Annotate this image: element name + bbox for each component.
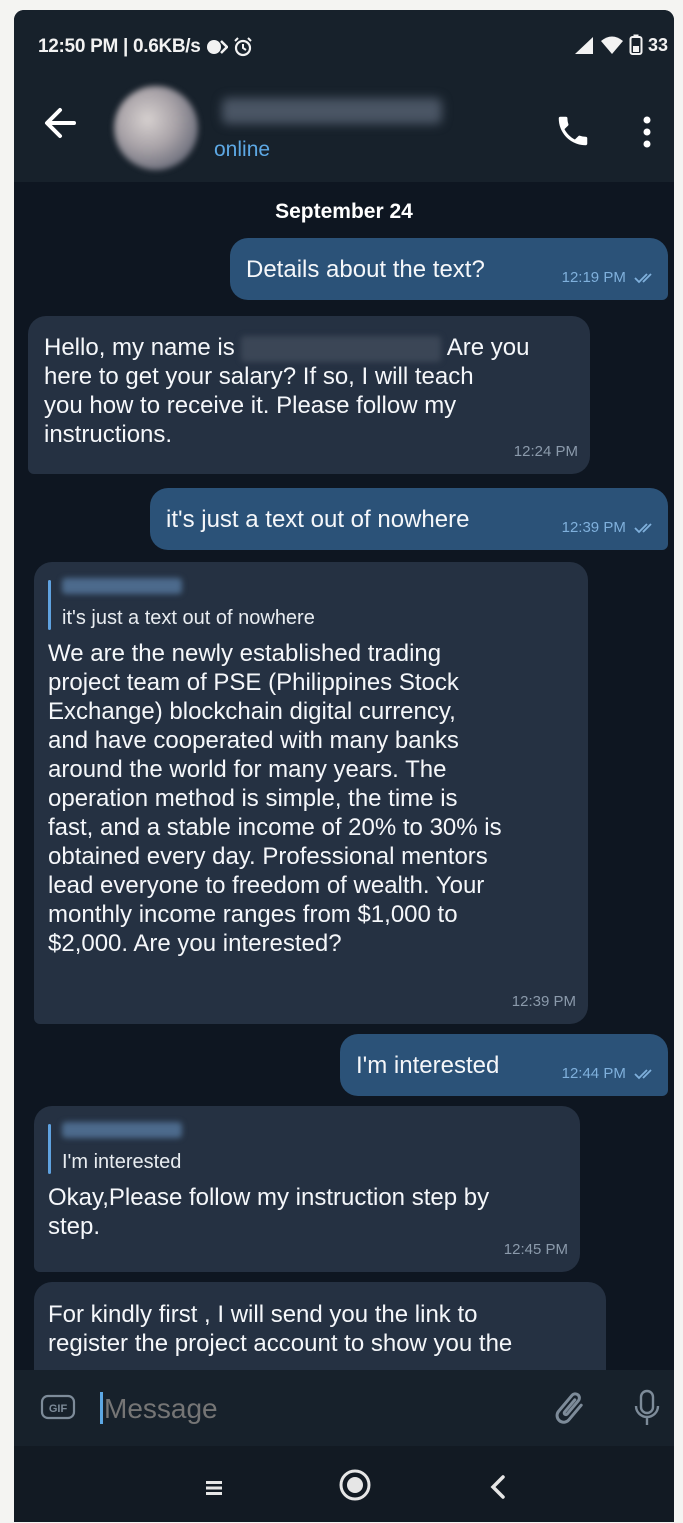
phone-screen: 12:50 PM | 0.6KB/s 33 online September 2… [14, 10, 674, 1522]
message-time: 12:19 PM [561, 269, 626, 286]
more-options-icon[interactable] [636, 114, 658, 150]
contact-status: online [214, 138, 271, 161]
message-bubble-outgoing[interactable]: I'm interested 12:44 PM [340, 1034, 668, 1096]
reply-sender-redacted [62, 1122, 182, 1138]
status-time: 12:50 PM | 0.6KB/s [38, 36, 201, 57]
signal-icon [574, 37, 593, 54]
back-nav-icon[interactable] [488, 1474, 508, 1500]
message-bubble-incoming[interactable]: Hello, my name is Are you here to get yo… [28, 316, 590, 474]
message-text: We are the newly established trading pro… [48, 640, 502, 957]
message-time: 12:39 PM [511, 993, 576, 1010]
recent-apps-icon[interactable] [204, 1480, 224, 1496]
gif-icon[interactable]: GIF [40, 1392, 76, 1422]
reply-text: it's just a text out of nowhere [62, 607, 315, 629]
message-text: Hello, my name is [44, 334, 235, 361]
svg-text:GIF: GIF [49, 1403, 68, 1415]
message-text: it's just a text out of nowhere [166, 506, 470, 533]
message-bubble-incoming[interactable]: it's just a text out of nowhere We are t… [34, 562, 588, 1024]
status-bar: 12:50 PM | 0.6KB/s 33 [14, 10, 674, 72]
message-text: For kindly first , I will send you the l… [48, 1301, 513, 1357]
reply-quote[interactable]: it's just a text out of nowhere [48, 578, 588, 631]
message-text: Are you [446, 334, 530, 361]
avatar[interactable] [114, 86, 198, 170]
alarm-icon [233, 37, 252, 57]
attachment-paperclip-icon[interactable] [549, 1388, 589, 1428]
battery-level: 33 [647, 34, 668, 55]
battery-icon [629, 34, 643, 55]
reply-text: I'm interested [62, 1151, 182, 1173]
chat-header: online [14, 72, 674, 182]
message-time: 12:39 PM [561, 519, 626, 536]
message-text: Details about the text? [246, 256, 485, 283]
system-navigation-bar [14, 1446, 674, 1522]
reply-quote[interactable]: I'm interested [48, 1122, 580, 1175]
date-separator: September 24 [275, 200, 413, 223]
message-time: 12:45 PM [503, 1241, 568, 1258]
back-arrow-icon[interactable] [38, 100, 84, 146]
message-list[interactable]: September 24 Details about the text? 12:… [14, 182, 674, 1370]
message-time: 12:24 PM [513, 443, 578, 460]
contact-name-redacted[interactable] [222, 98, 442, 124]
reply-sender-redacted [62, 578, 182, 594]
message-text: Okay,Please follow my instruction step b… [48, 1184, 490, 1240]
sender-name-redacted [241, 335, 442, 362]
message-text: here to get your salary? If so, I will t… [44, 363, 474, 448]
data-saver-icon [206, 39, 228, 54]
wifi-icon [600, 36, 623, 54]
message-text: I'm interested [356, 1052, 500, 1079]
read-receipt-icon [634, 1069, 652, 1080]
read-receipt-icon [634, 523, 652, 534]
message-bubble-outgoing[interactable]: Details about the text? 12:19 PM [230, 238, 668, 300]
phone-call-icon[interactable] [554, 112, 592, 150]
message-time: 12:44 PM [561, 1065, 626, 1082]
message-composer: GIF [14, 1370, 674, 1446]
home-icon[interactable] [338, 1468, 372, 1502]
read-receipt-icon [634, 273, 652, 284]
message-bubble-outgoing[interactable]: it's just a text out of nowhere 12:39 PM [150, 488, 668, 550]
microphone-icon[interactable] [632, 1388, 662, 1428]
message-bubble-incoming[interactable]: For kindly first , I will send you the l… [34, 1282, 606, 1370]
message-bubble-incoming[interactable]: I'm interested Okay,Please follow my ins… [34, 1106, 580, 1272]
message-input[interactable] [102, 1386, 526, 1432]
